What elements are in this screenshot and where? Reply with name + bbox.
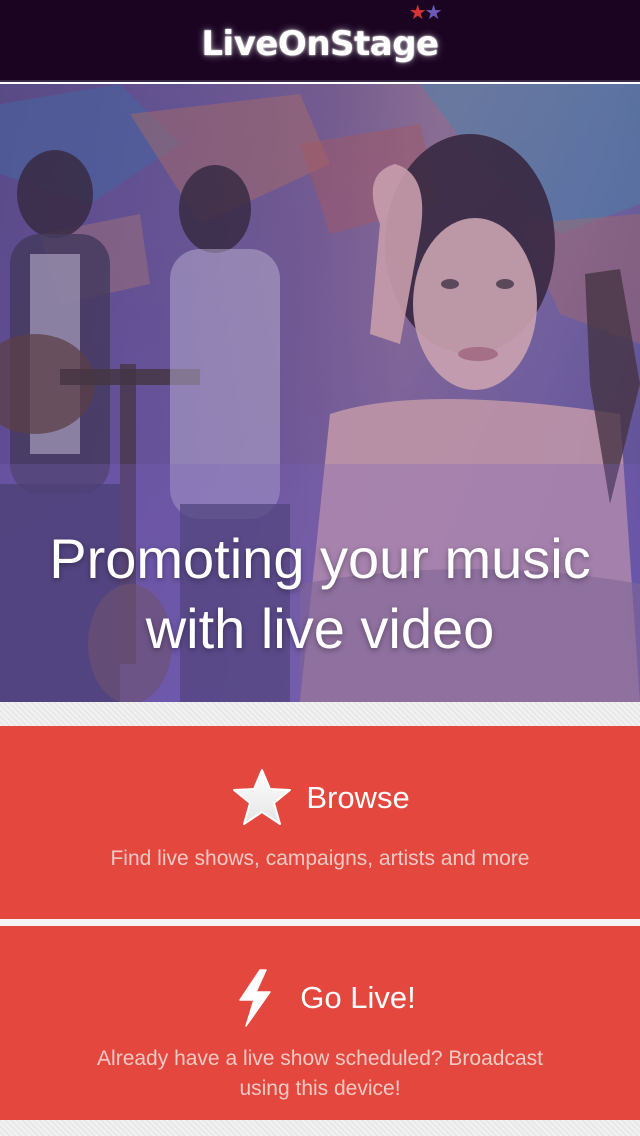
browse-description: Find live shows, campaigns, artists and … bbox=[110, 847, 530, 870]
divider-strip bbox=[0, 702, 640, 726]
logo-star-purple-icon: ★ bbox=[424, 0, 443, 24]
app-header: LiveOnStage ★★ bbox=[0, 0, 640, 82]
browse-title: Browse bbox=[306, 780, 410, 815]
star-icon bbox=[233, 769, 292, 825]
hero-headline: Promoting your music with live video bbox=[49, 527, 591, 660]
go-live-title: Go Live! bbox=[300, 980, 416, 1015]
lightning-bolt-icon bbox=[239, 969, 272, 1027]
go-live-button[interactable]: Go Live! Already have a live show schedu… bbox=[0, 926, 640, 1120]
browse-button[interactable]: Browse Find live shows, campaigns, artis… bbox=[0, 726, 640, 919]
logo-stars: ★★ bbox=[408, 0, 443, 24]
hero-banner: Promoting your music with live video bbox=[0, 84, 640, 702]
logo[interactable]: LiveOnStage ★★ bbox=[201, 2, 442, 64]
go-live-description: Already have a live show scheduled? Broa… bbox=[97, 1047, 543, 1100]
go-live-title-row: Go Live! bbox=[0, 966, 640, 1030]
logo-star-red-icon: ★ bbox=[408, 0, 427, 24]
logo-text: LiveOnStage bbox=[201, 24, 439, 64]
bottom-strip bbox=[0, 1120, 640, 1136]
browse-title-row: Browse bbox=[0, 766, 640, 830]
card-divider bbox=[0, 919, 640, 926]
